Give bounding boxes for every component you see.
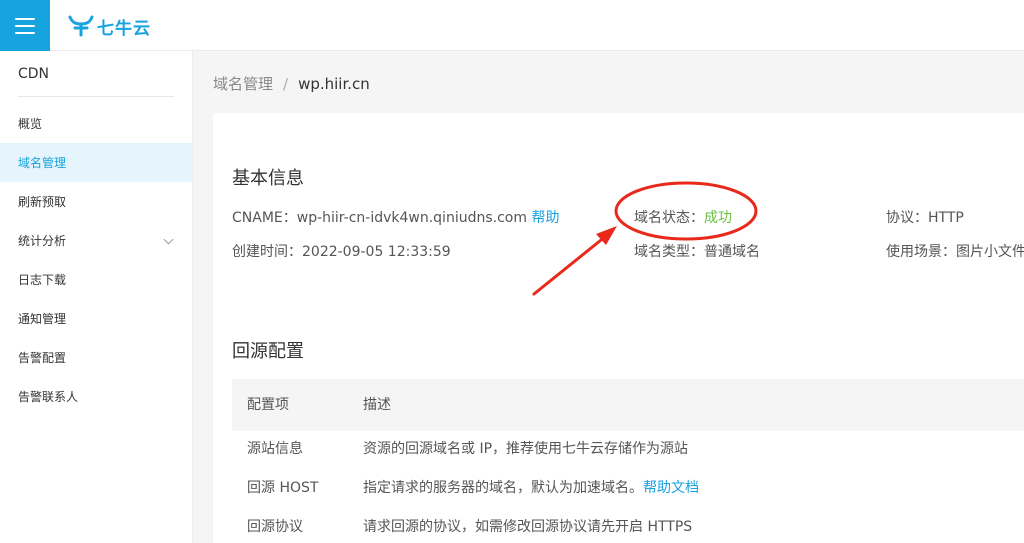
sidebar-title: CDN xyxy=(18,51,174,97)
chevron-down-icon xyxy=(163,234,174,245)
row-description: 资源的回源域名或 IP，推荐使用七牛云存储作为源站 xyxy=(363,441,689,457)
sidebar-item-label: 概览 xyxy=(18,117,43,131)
sidebar-item-domain-management[interactable]: 域名管理 xyxy=(0,143,192,182)
breadcrumb-separator: / xyxy=(283,74,289,93)
row-description-text: 指定请求的服务器的域名，默认为加速域名。 xyxy=(363,480,643,496)
sidebar-item-statistics[interactable]: 统计分析 xyxy=(0,221,192,260)
cname-help-link[interactable]: 帮助 xyxy=(531,210,559,226)
usage-scene-info: 使用场景：图片小文件 xyxy=(886,241,1024,261)
sidebar: CDN 概览 域名管理 刷新预取 统计分析 日志下载 通知管理 告警配置 告警联… xyxy=(0,51,193,543)
row-item: 回源 HOST xyxy=(247,480,319,496)
breadcrumb-current: wp.hiir.cn xyxy=(298,74,370,93)
sidebar-item-label: 通知管理 xyxy=(18,312,67,326)
table-row: 回源协议 请求回源的协议，如需修改回源协议请先开启 HTTPS xyxy=(232,508,1024,543)
help-docs-link[interactable]: 帮助文档 xyxy=(643,480,699,496)
sidebar-item-label: 域名管理 xyxy=(18,156,67,170)
column-header-item: 配置项 xyxy=(247,397,289,413)
breadcrumb: 域名管理 / wp.hiir.cn xyxy=(213,73,370,94)
domain-status-info: 域名状态：成功 xyxy=(634,207,732,227)
sidebar-item-label: 告警配置 xyxy=(18,351,67,365)
row-description: 指定请求的服务器的域名，默认为加速域名。帮助文档 xyxy=(363,469,699,508)
protocol-value: HTTP xyxy=(928,210,964,226)
row-description: 请求回源的协议，如需修改回源协议请先开启 HTTPS xyxy=(363,519,693,535)
sidebar-item-log-download[interactable]: 日志下载 xyxy=(0,260,192,299)
top-bar: 七牛云 xyxy=(0,0,1024,51)
domain-type-label: 域名类型： xyxy=(634,244,704,260)
sidebar-item-alert-contacts[interactable]: 告警联系人 xyxy=(0,377,192,416)
breadcrumb-parent-link[interactable]: 域名管理 xyxy=(213,73,273,94)
cname-info: CNAME：wp-hiir-cn-idvk4wn.qiniudns.com 帮助 xyxy=(232,207,559,227)
sidebar-item-label: 日志下载 xyxy=(18,273,67,287)
row-item: 源站信息 xyxy=(247,441,303,457)
domain-type-value: 普通域名 xyxy=(704,244,760,260)
hamburger-menu-icon xyxy=(15,17,35,34)
created-time-info: 创建时间：2022-09-05 12:33:59 xyxy=(232,241,451,261)
sidebar-item-label: 告警联系人 xyxy=(18,390,79,404)
sidebar-item-label: 统计分析 xyxy=(18,234,67,248)
created-time-value: 2022-09-05 12:33:59 xyxy=(302,244,451,260)
brand-name: 七牛云 xyxy=(97,18,151,39)
cname-label: CNAME： xyxy=(232,210,297,226)
hamburger-menu-button[interactable] xyxy=(0,0,50,51)
domain-status-label: 域名状态： xyxy=(634,210,704,226)
column-header-description: 描述 xyxy=(363,397,391,413)
origin-config-title: 回源配置 xyxy=(232,341,304,362)
protocol-label: 协议： xyxy=(886,210,928,226)
sidebar-item-alert-config[interactable]: 告警配置 xyxy=(0,338,192,377)
sidebar-item-refresh-prefetch[interactable]: 刷新预取 xyxy=(0,182,192,221)
sidebar-item-notifications[interactable]: 通知管理 xyxy=(0,299,192,338)
qiniu-logo[interactable]: 七牛云 xyxy=(68,12,151,40)
qiniu-logo-icon xyxy=(68,15,94,37)
sidebar-item-overview[interactable]: 概览 xyxy=(0,104,192,143)
cname-value: wp-hiir-cn-idvk4wn.qiniudns.com xyxy=(296,210,527,226)
row-item: 回源协议 xyxy=(247,519,303,535)
domain-detail-card: 基本信息 CNAME：wp-hiir-cn-idvk4wn.qiniudns.c… xyxy=(213,113,1024,543)
domain-status-value: 成功 xyxy=(704,210,732,226)
created-time-label: 创建时间： xyxy=(232,244,302,260)
usage-scene-label: 使用场景： xyxy=(886,244,956,260)
table-header: 配置项 描述 xyxy=(232,379,1024,431)
protocol-info: 协议：HTTP xyxy=(886,207,964,227)
usage-scene-value: 图片小文件 xyxy=(956,244,1024,260)
sidebar-item-label: 刷新预取 xyxy=(18,195,67,209)
table-row: 回源 HOST 指定请求的服务器的域名，默认为加速域名。帮助文档 xyxy=(232,469,1024,508)
basic-info-title: 基本信息 xyxy=(232,168,304,189)
domain-type-info: 域名类型：普通域名 xyxy=(634,241,760,261)
table-row: 源站信息 资源的回源域名或 IP，推荐使用七牛云存储作为源站 xyxy=(232,430,1024,469)
